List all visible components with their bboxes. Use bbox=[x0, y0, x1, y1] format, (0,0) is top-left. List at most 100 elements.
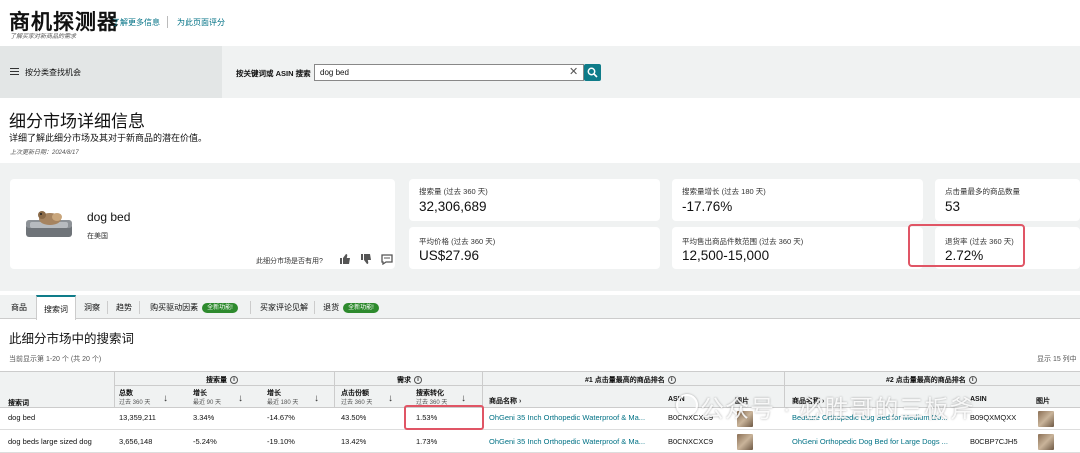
cell-asin-1: B0CNXCXC9 bbox=[668, 437, 714, 446]
group-label: #2 点击量最高的商品排名 bbox=[886, 377, 966, 384]
product-thumbnail[interactable] bbox=[737, 434, 753, 450]
cell-asin-2: B09QXMQXX bbox=[970, 413, 1017, 422]
col-growth-90-sub: 最近 90 天 bbox=[193, 400, 222, 406]
cell-product-name-1[interactable]: OhGeni 35 Inch Orthopedic Waterproof & M… bbox=[489, 413, 661, 422]
keyword-search-label: 按关键词或 ASIN 搜索 bbox=[236, 69, 311, 78]
comment-icon[interactable] bbox=[381, 253, 393, 265]
divider bbox=[107, 301, 108, 314]
group-top1: #1 点击量最高的商品排名 i bbox=[585, 375, 676, 385]
tab-products[interactable]: 商品 bbox=[4, 295, 34, 320]
column-count: 显示 15 列中 bbox=[1037, 356, 1077, 363]
tab-review-insights[interactable]: 买家评论见解 bbox=[254, 295, 314, 320]
cell-product-name-2[interactable]: OhGeni Orthopedic Dog Bed for Large Dogs… bbox=[792, 437, 964, 446]
product-thumbnail[interactable] bbox=[1038, 434, 1054, 450]
watermark: 公众号 · 必胜哥的三板斧 bbox=[700, 396, 975, 423]
sort-down-icon[interactable]: ↓ bbox=[388, 393, 393, 404]
metric-average-price: 平均价格 (过去 360 天) US$27.96 bbox=[409, 227, 660, 269]
tab-label: 商品 bbox=[11, 303, 27, 312]
metric-label: 点击量最多的商品数量 bbox=[945, 187, 1020, 196]
group-label: 搜索量 bbox=[206, 377, 227, 384]
sort-down-icon[interactable]: ↓ bbox=[461, 393, 466, 404]
info-icon[interactable]: i bbox=[414, 376, 422, 385]
tab-trends[interactable]: 趋势 bbox=[110, 295, 138, 320]
metric-units-sold-range: 平均售出商品件数范围 (过去 360 天) 12,500-15,000 bbox=[672, 227, 923, 269]
tab-insights[interactable]: 洞察 bbox=[78, 295, 106, 320]
tab-label: 购买驱动因素 bbox=[150, 303, 199, 312]
divider bbox=[167, 16, 168, 28]
info-icon[interactable]: i bbox=[667, 376, 676, 385]
group-demand: 需求 i bbox=[397, 375, 422, 385]
thumbs-down-icon[interactable] bbox=[360, 253, 372, 265]
col-growth-180-sub: 最近 180 天 bbox=[267, 400, 299, 406]
col-click-share-sub: 过去 360 天 bbox=[341, 400, 373, 406]
tab-purchase-drivers[interactable]: 购买驱动因素 全新功能! bbox=[142, 295, 246, 320]
group-label: 需求 bbox=[397, 377, 411, 384]
cell-growth-180: -19.10% bbox=[267, 437, 295, 446]
metric-label: 搜索量 (过去 360 天) bbox=[419, 187, 488, 196]
chevron-right-icon[interactable]: › bbox=[519, 398, 521, 405]
menu-icon[interactable] bbox=[10, 68, 19, 75]
top-header bbox=[0, 0, 1080, 46]
page-description: 详细了解此细分市场及其对于新商品的潜在价值。 bbox=[9, 133, 208, 143]
cell-asin-2: B0CBP7CJH5 bbox=[970, 437, 1018, 446]
niche-market: 在美国 bbox=[87, 233, 108, 240]
metric-value: 53 bbox=[945, 199, 961, 214]
sort-down-icon[interactable]: ↓ bbox=[163, 393, 168, 404]
learn-more-link[interactable]: 了解更多信息 bbox=[112, 17, 160, 28]
tab-returns[interactable]: 退货 全新功能! bbox=[317, 295, 385, 320]
result-count: 当前显示第 1-20 个 (共 20 个) bbox=[9, 356, 102, 363]
col-product-name-1: 商品名称 › bbox=[489, 398, 522, 405]
tab-label: 趋势 bbox=[116, 303, 132, 312]
search-button[interactable] bbox=[584, 64, 601, 81]
new-badge: 全新功能! bbox=[343, 302, 379, 313]
app-subtitle: 了解买家对新商品的需求 bbox=[10, 34, 77, 40]
group-top2: #2 点击量最高的商品排名 i bbox=[886, 375, 977, 385]
divider bbox=[482, 372, 483, 408]
watermark-logo-icon bbox=[676, 394, 698, 416]
cell-search-term[interactable]: dog bed bbox=[8, 413, 35, 422]
metric-value: 32,306,689 bbox=[419, 199, 487, 214]
tab-label: 退货 bbox=[323, 303, 340, 312]
tab-label: 搜索词 bbox=[44, 305, 68, 314]
sort-down-icon[interactable]: ↓ bbox=[238, 393, 243, 404]
cell-search-term[interactable]: dog beds large sized dog bbox=[8, 437, 92, 446]
tab-search-terms[interactable]: 搜索词 bbox=[36, 295, 76, 320]
col-total-sub: 过去 360 天 bbox=[119, 400, 151, 406]
niche-name: dog bed bbox=[87, 210, 131, 224]
cell-total: 3,656,148 bbox=[119, 437, 153, 446]
cell-growth-90: 3.34% bbox=[193, 413, 215, 422]
cell-growth-180: -14.67% bbox=[267, 413, 295, 422]
tab-label: 买家评论见解 bbox=[260, 303, 308, 312]
info-icon[interactable]: i bbox=[230, 376, 238, 385]
divider bbox=[334, 372, 335, 408]
cell-click-share: 13.42% bbox=[341, 437, 367, 446]
rate-page-link[interactable]: 为此页面评分 bbox=[177, 17, 225, 28]
sort-down-icon[interactable]: ↓ bbox=[314, 393, 319, 404]
cell-total: 13,359,211 bbox=[119, 413, 156, 422]
close-icon[interactable]: ✕ bbox=[569, 65, 578, 80]
metric-top-clicked-count: 点击量最多的商品数量 53 bbox=[935, 179, 1080, 221]
divider bbox=[139, 301, 140, 314]
metric-label: 搜索量增长 (过去 180 天) bbox=[682, 187, 766, 196]
category-search-label[interactable]: 按分类查找机会 bbox=[25, 67, 81, 78]
last-updated: 上次更新日期：2024/8/17 bbox=[10, 150, 79, 156]
cell-growth-90: -5.24% bbox=[193, 437, 217, 446]
search-input[interactable] bbox=[314, 64, 584, 81]
cell-click-share: 43.50% bbox=[341, 413, 367, 422]
col-image-2: 图片 bbox=[1036, 398, 1050, 405]
metric-label: 平均售出商品件数范围 (过去 360 天) bbox=[682, 237, 804, 246]
metric-search-growth: 搜索量增长 (过去 180 天) -17.76% bbox=[672, 179, 923, 221]
info-icon[interactable]: i bbox=[968, 376, 977, 385]
col-search-term[interactable]: 搜索词 bbox=[8, 398, 29, 408]
thumbs-up-icon[interactable] bbox=[339, 253, 351, 265]
group-label: #1 点击量最高的商品排名 bbox=[585, 377, 665, 384]
metric-label: 平均价格 (过去 360 天) bbox=[419, 237, 496, 246]
product-thumbnail[interactable] bbox=[1038, 411, 1054, 427]
page-title: 细分市场详细信息 bbox=[9, 112, 145, 131]
metric-search-volume: 搜索量 (过去 360 天) 32,306,689 bbox=[409, 179, 660, 221]
highlight-box bbox=[908, 224, 1025, 267]
metric-value: US$27.96 bbox=[419, 248, 480, 263]
cell-product-name-1[interactable]: OhGeni 35 Inch Orthopedic Waterproof & M… bbox=[489, 437, 661, 446]
divider bbox=[335, 385, 482, 386]
search-icon bbox=[587, 67, 598, 78]
